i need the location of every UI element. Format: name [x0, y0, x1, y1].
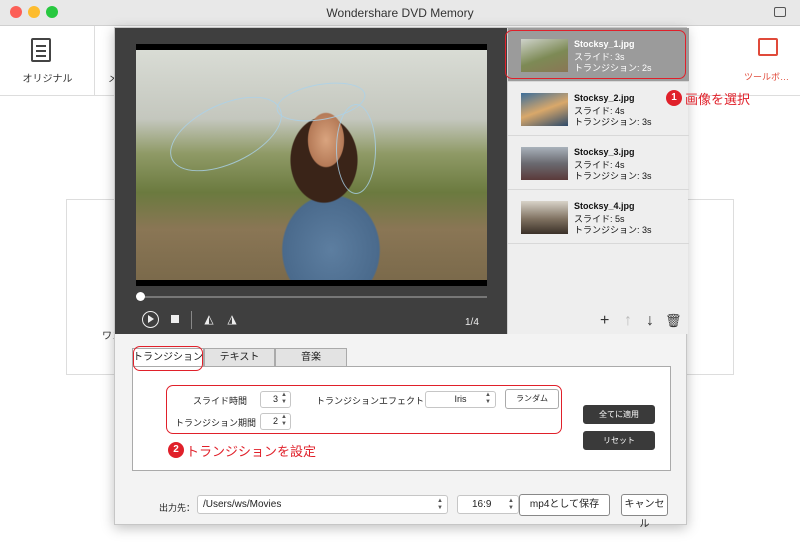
- image-list-item[interactable]: Stocksy_4.jpg スライド: 5s トランジション: 3s: [508, 190, 689, 244]
- select-arrows-icon: ▲ ▼: [437, 498, 443, 511]
- step-original[interactable]: オリジナル: [0, 26, 95, 96]
- step-2-annotation: トランジションを設定: [186, 444, 317, 459]
- cancel-button[interactable]: キャンセル: [621, 494, 668, 530]
- image-list-toolbar: + ↑ ↓ 🗑: [507, 310, 688, 334]
- image-transition-duration: トランジション: 3s: [574, 171, 652, 181]
- toolbox-icon[interactable]: [758, 38, 778, 56]
- image-list-item[interactable]: Stocksy_3.jpg スライド: 4s トランジション: 3s: [508, 136, 689, 190]
- flip-vertical-icon[interactable]: ◮: [225, 312, 239, 326]
- step-2-badge: 2: [168, 442, 184, 458]
- output-path-value: /Users/ws/Movies: [203, 499, 282, 510]
- step-original-label: オリジナル: [22, 74, 73, 85]
- preview-pane: ◭ ◮ 1/4: [115, 28, 507, 334]
- stop-icon[interactable]: [171, 315, 179, 323]
- image-name: Stocksy_3.jpg: [574, 147, 635, 157]
- output-label: 出力先：: [159, 503, 196, 513]
- feedback-icon[interactable]: [774, 7, 786, 17]
- document-icon: [31, 38, 51, 62]
- window-title: Wondershare DVD Memory: [326, 6, 474, 20]
- image-name: Stocksy_4.jpg: [574, 201, 635, 211]
- playback-progress-handle[interactable]: [136, 292, 145, 301]
- select-arrows-icon: ▲ ▼: [508, 498, 514, 511]
- move-up-icon[interactable]: ↑: [624, 312, 632, 330]
- toolbox-label[interactable]: ツールボ…: [744, 70, 789, 83]
- play-icon[interactable]: [142, 311, 159, 328]
- delete-icon[interactable]: 🗑: [665, 312, 682, 330]
- step-1-annotation: 画像を選択: [685, 92, 751, 107]
- image-thumbnail: [521, 201, 568, 234]
- transition-settings-highlight: [166, 385, 562, 434]
- playback-progress-track[interactable]: [139, 296, 487, 298]
- tab-text[interactable]: テキスト: [204, 348, 275, 366]
- bubble-shape: [336, 104, 376, 194]
- image-list-item[interactable]: Stocksy_2.jpg スライド: 4s トランジション: 3s: [508, 82, 689, 136]
- title-bar: Wondershare DVD Memory: [0, 0, 800, 26]
- reset-button[interactable]: リセット: [583, 431, 655, 450]
- preview-image: [136, 44, 487, 286]
- save-as-mp4-button[interactable]: mp4として保存: [519, 494, 610, 516]
- image-thumbnail: [521, 93, 568, 126]
- select-image-highlight: [505, 30, 686, 79]
- transition-tab-highlight: [133, 346, 203, 371]
- step-1-badge: 1: [666, 90, 682, 106]
- controls-divider: [191, 311, 192, 329]
- flip-horizontal-icon[interactable]: ◭: [202, 312, 216, 326]
- add-icon[interactable]: +: [600, 312, 609, 330]
- image-thumbnail: [521, 147, 568, 180]
- aspect-ratio-select[interactable]: 16:9 ▲ ▼: [457, 495, 519, 514]
- apply-all-button[interactable]: 全てに適用: [583, 405, 655, 424]
- slide-counter: 1/4: [465, 317, 479, 328]
- image-transition-duration: トランジション: 3s: [574, 225, 652, 235]
- output-path-select[interactable]: /Users/ws/Movies ▲ ▼: [197, 495, 448, 514]
- move-down-icon[interactable]: ↓: [646, 312, 654, 330]
- aspect-ratio-value: 16:9: [472, 499, 492, 510]
- image-transition-duration: トランジション: 3s: [574, 117, 652, 127]
- tab-music[interactable]: 音楽: [275, 348, 347, 366]
- image-name: Stocksy_2.jpg: [574, 93, 635, 103]
